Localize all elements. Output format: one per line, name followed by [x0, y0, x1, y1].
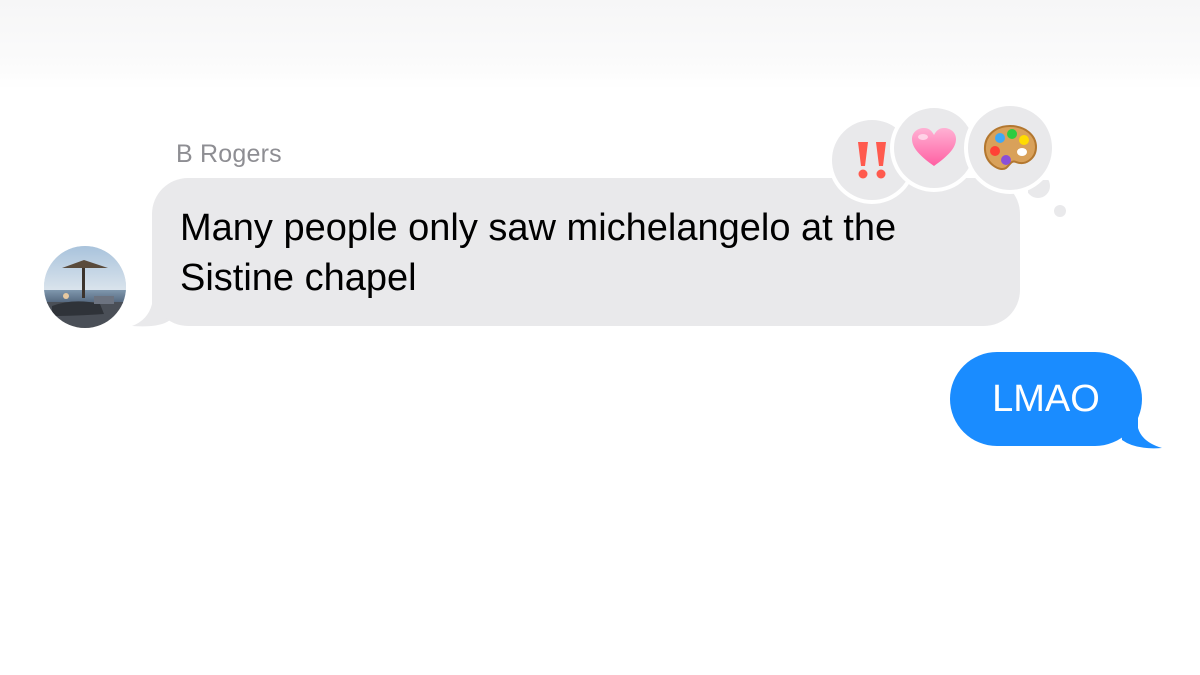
artist-palette-icon [983, 124, 1038, 170]
outgoing-message[interactable]: LMAO [950, 352, 1165, 452]
top-background [0, 0, 1200, 90]
sender-name: B Rogers [176, 140, 282, 168]
outgoing-message-bubble[interactable]: LMAO [950, 352, 1142, 446]
pink-heart-icon [912, 128, 956, 166]
reaction-palette[interactable] [964, 102, 1056, 194]
outgoing-message-text: LMAO [992, 378, 1100, 420]
double-exclamation-icon [858, 142, 886, 179]
avatar[interactable] [44, 246, 126, 328]
avatar-beach-photo [44, 246, 126, 328]
tapback-reactions[interactable] [828, 100, 1078, 220]
